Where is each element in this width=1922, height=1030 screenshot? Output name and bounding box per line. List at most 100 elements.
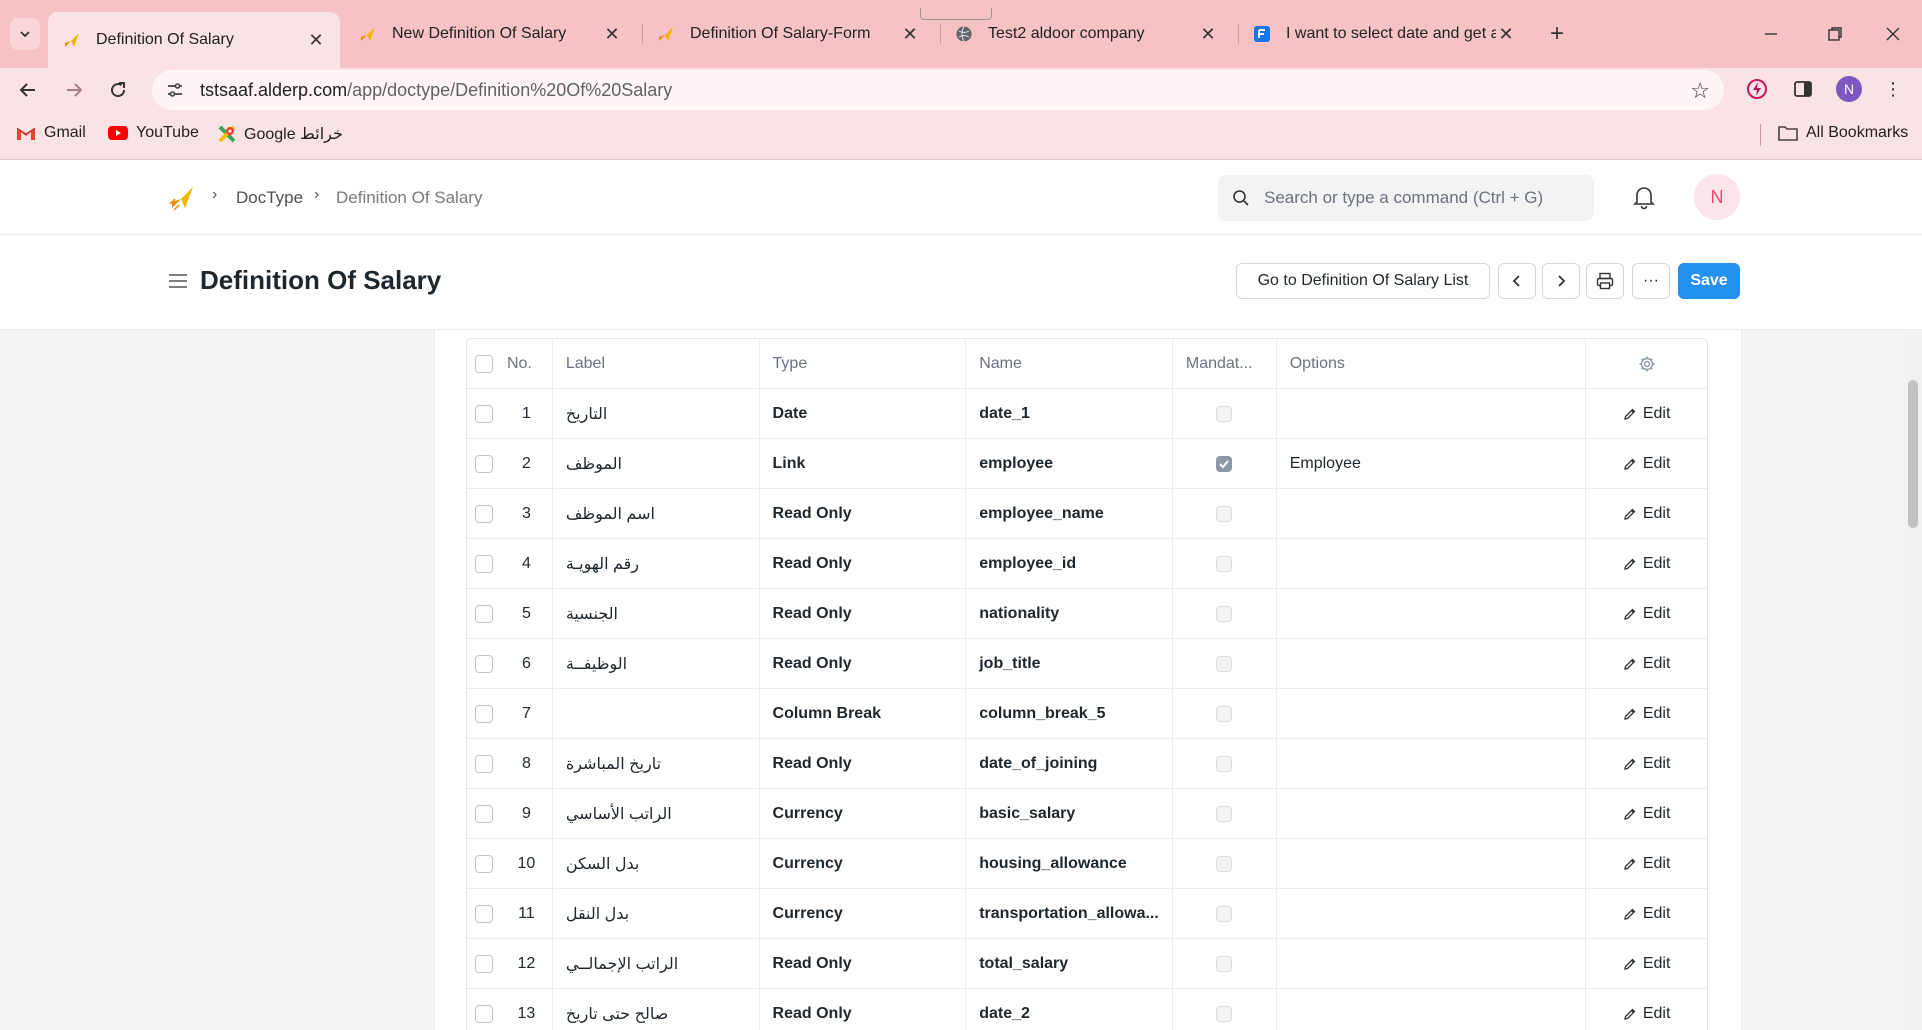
mandatory-checkbox[interactable] xyxy=(1216,555,1233,572)
all-bookmarks[interactable]: All Bookmarks xyxy=(1778,124,1908,142)
search-input[interactable]: Search or type a command (Ctrl + G) xyxy=(1264,188,1543,208)
mandatory-checkbox[interactable] xyxy=(1216,705,1233,722)
field-options[interactable]: Employee xyxy=(1277,439,1587,488)
field-name[interactable]: transportation_allowa... xyxy=(966,889,1173,938)
scrollbar-thumb[interactable] xyxy=(1908,380,1918,528)
app-logo-icon[interactable] xyxy=(168,184,196,212)
field-options[interactable] xyxy=(1277,539,1587,588)
field-label[interactable]: الموظف xyxy=(566,454,622,474)
mandatory-cell[interactable] xyxy=(1173,739,1277,788)
field-options[interactable] xyxy=(1277,989,1587,1030)
field-name[interactable]: column_break_5 xyxy=(966,689,1173,738)
row-select-cell[interactable] xyxy=(467,489,501,538)
field-type[interactable]: Link xyxy=(760,439,967,488)
field-label[interactable]: بدل النقل xyxy=(566,904,629,924)
page-scrollbar[interactable] xyxy=(1904,330,1922,1030)
field-label[interactable]: الجنسية xyxy=(566,604,618,624)
field-name[interactable]: basic_salary xyxy=(966,789,1173,838)
edit-row-button[interactable]: Edit xyxy=(1623,455,1670,473)
edit-row-button[interactable]: Edit xyxy=(1623,855,1670,873)
field-options[interactable] xyxy=(1277,739,1587,788)
mandatory-checkbox[interactable] xyxy=(1216,605,1233,622)
profile-avatar[interactable]: N xyxy=(1836,76,1862,102)
row-checkbox[interactable] xyxy=(474,854,493,873)
row-select-cell[interactable] xyxy=(467,589,501,638)
more-actions-button[interactable]: ··· xyxy=(1632,263,1670,299)
table-row[interactable]: 8 تاريخ المباشرة Read Only date_of_joining E… xyxy=(467,739,1707,789)
forward-button[interactable] xyxy=(58,74,90,106)
edit-row-button[interactable]: Edit xyxy=(1623,555,1670,573)
bookmark-youtube[interactable]: YouTube xyxy=(108,124,199,142)
row-checkbox[interactable] xyxy=(474,954,493,973)
bookmark-maps[interactable]: Google خرائط xyxy=(218,124,343,144)
row-select-cell[interactable] xyxy=(467,389,501,438)
mandatory-cell[interactable] xyxy=(1173,789,1277,838)
edit-row-button[interactable]: Edit xyxy=(1623,755,1670,773)
row-select-cell[interactable] xyxy=(467,439,501,488)
previous-doc-button[interactable] xyxy=(1498,263,1536,299)
row-select-cell[interactable] xyxy=(467,989,501,1030)
mandatory-cell[interactable] xyxy=(1173,989,1277,1030)
table-row[interactable]: 10 بدل السكن Currency housing_allowance Edit xyxy=(467,839,1707,889)
row-select-cell[interactable] xyxy=(467,689,501,738)
table-row[interactable]: 13 صالح حتى تاريخ Read Only date_2 Edit xyxy=(467,989,1707,1030)
browser-tab-3[interactable]: Test2 aldoor company ✕ xyxy=(940,14,1232,54)
new-tab-button[interactable]: + xyxy=(1542,18,1572,50)
row-select-cell[interactable] xyxy=(467,939,501,988)
sidebar-toggle-icon[interactable] xyxy=(168,273,188,289)
table-row[interactable]: 4 رقم الهويـة Read Only employee_id Edit xyxy=(467,539,1707,589)
reload-button[interactable] xyxy=(102,74,134,106)
mandatory-checkbox[interactable] xyxy=(1216,855,1233,872)
mandatory-checkbox[interactable] xyxy=(1216,405,1233,422)
side-panel-icon[interactable] xyxy=(1790,76,1816,102)
field-name[interactable]: employee_name xyxy=(966,489,1173,538)
table-row[interactable]: 1 التاريخ Date date_1 Edit xyxy=(467,389,1707,439)
select-all-checkbox[interactable] xyxy=(474,354,493,373)
field-name[interactable]: employee_id xyxy=(966,539,1173,588)
mandatory-cell[interactable] xyxy=(1173,689,1277,738)
edit-row-button[interactable]: Edit xyxy=(1623,605,1670,623)
mandatory-cell[interactable] xyxy=(1173,839,1277,888)
minimize-button[interactable] xyxy=(1756,20,1786,48)
edit-row-button[interactable]: Edit xyxy=(1623,655,1670,673)
table-row[interactable]: 9 الراتب الأساسي Currency basic_salary Edit xyxy=(467,789,1707,839)
mandatory-cell[interactable] xyxy=(1173,589,1277,638)
column-settings-button[interactable] xyxy=(1586,339,1707,388)
back-button[interactable] xyxy=(12,74,44,106)
edit-row-button[interactable]: Edit xyxy=(1623,905,1670,923)
table-row[interactable]: 5 الجنسية Read Only nationality Edit xyxy=(467,589,1707,639)
row-checkbox[interactable] xyxy=(474,604,493,623)
table-row[interactable]: 3 اسم الموظف Read Only employee_name Edit xyxy=(467,489,1707,539)
field-options[interactable] xyxy=(1277,639,1587,688)
field-name[interactable]: nationality xyxy=(966,589,1173,638)
field-name[interactable]: total_salary xyxy=(966,939,1173,988)
field-name[interactable]: date_1 xyxy=(966,389,1173,438)
mandatory-cell[interactable] xyxy=(1173,389,1277,438)
field-options[interactable] xyxy=(1277,839,1587,888)
field-label[interactable]: الوظيفــة xyxy=(566,654,627,674)
mandatory-cell[interactable] xyxy=(1173,489,1277,538)
next-doc-button[interactable] xyxy=(1542,263,1580,299)
field-label[interactable]: صالح حتى تاريخ xyxy=(566,1004,668,1024)
field-type[interactable]: Column Break xyxy=(760,689,967,738)
field-label[interactable]: التاريخ xyxy=(566,404,608,424)
table-row[interactable]: 11 بدل النقل Currency transportation_allowa… xyxy=(467,889,1707,939)
mandatory-checkbox[interactable] xyxy=(1216,905,1233,922)
field-name[interactable]: housing_allowance xyxy=(966,839,1173,888)
breadcrumb-current[interactable]: Definition Of Salary xyxy=(336,188,482,208)
field-type[interactable]: Read Only xyxy=(760,939,967,988)
row-select-cell[interactable] xyxy=(467,739,501,788)
row-select-cell[interactable] xyxy=(467,789,501,838)
awesomebar-search[interactable]: Search or type a command (Ctrl + G) xyxy=(1218,175,1594,221)
field-label[interactable]: رقم الهويـة xyxy=(566,554,639,574)
browser-tab-4[interactable]: I want to select date and get an ✕ xyxy=(1238,14,1530,54)
close-icon[interactable]: ✕ xyxy=(1496,24,1516,45)
row-checkbox[interactable] xyxy=(474,504,493,523)
field-label[interactable]: الراتب الإجمالــي xyxy=(566,954,678,974)
field-type[interactable]: Read Only xyxy=(760,739,967,788)
field-options[interactable] xyxy=(1277,389,1587,438)
mandatory-checkbox[interactable] xyxy=(1216,955,1233,972)
mandatory-cell[interactable] xyxy=(1173,939,1277,988)
breadcrumb-doctype[interactable]: DocType xyxy=(236,188,303,208)
mandatory-cell[interactable] xyxy=(1173,539,1277,588)
